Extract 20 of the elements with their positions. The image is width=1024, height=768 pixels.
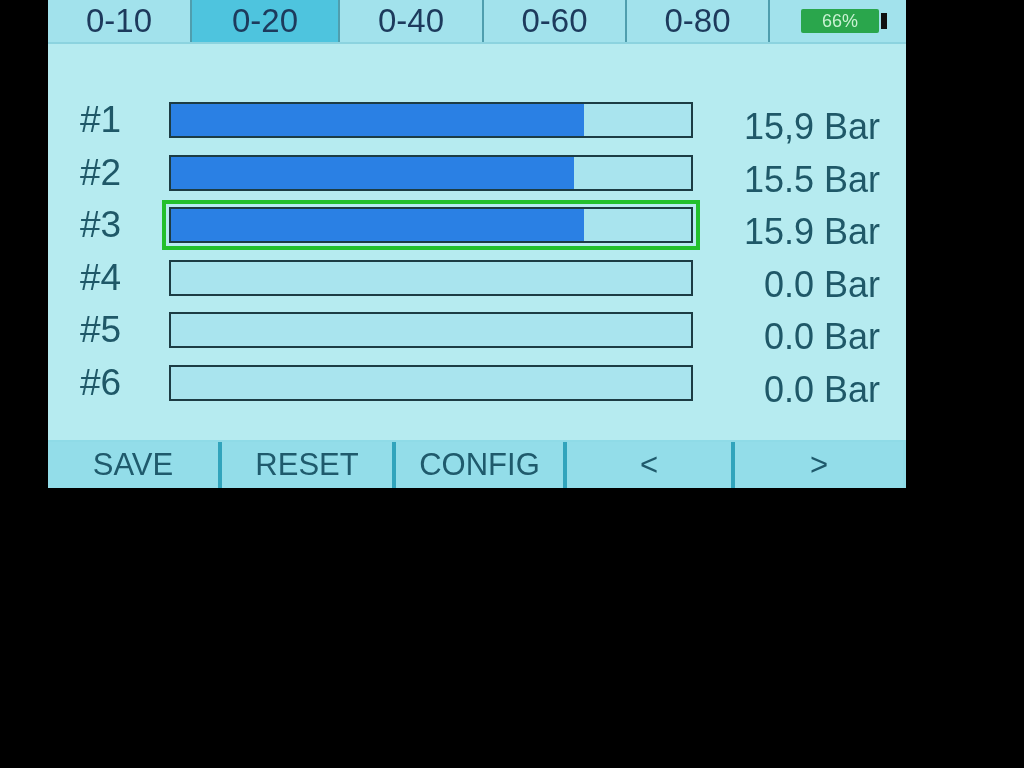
channel-label: #2 xyxy=(80,151,123,194)
pressure-reading: 15.5 Bar xyxy=(742,157,880,201)
pressure-reading: 0.0 Bar xyxy=(762,262,880,306)
softkey-button[interactable]: SAVE xyxy=(48,442,222,488)
softkey-button[interactable]: < xyxy=(567,442,735,488)
softkey-button[interactable]: > xyxy=(735,442,903,488)
pressure-reading: 15,9 Bar xyxy=(742,105,880,149)
channel-label: #6 xyxy=(80,361,123,404)
channel-label: #4 xyxy=(80,256,123,299)
channel-label: #1 xyxy=(80,99,123,142)
channel-label: #3 xyxy=(80,204,123,247)
pressure-reading: 0.0 Bar xyxy=(762,367,880,411)
softkey-button[interactable]: RESET xyxy=(222,442,396,488)
battery-tip-icon xyxy=(881,13,887,29)
battery-percentage: 66% xyxy=(801,9,879,33)
softkey-button[interactable]: CONFIG xyxy=(396,442,567,488)
range-tab[interactable]: 0-20 xyxy=(192,0,340,42)
pressure-reading: 0.0 Bar xyxy=(762,315,880,359)
pressure-reading: 15.9 Bar xyxy=(742,210,880,254)
channel-label: #5 xyxy=(80,309,123,352)
